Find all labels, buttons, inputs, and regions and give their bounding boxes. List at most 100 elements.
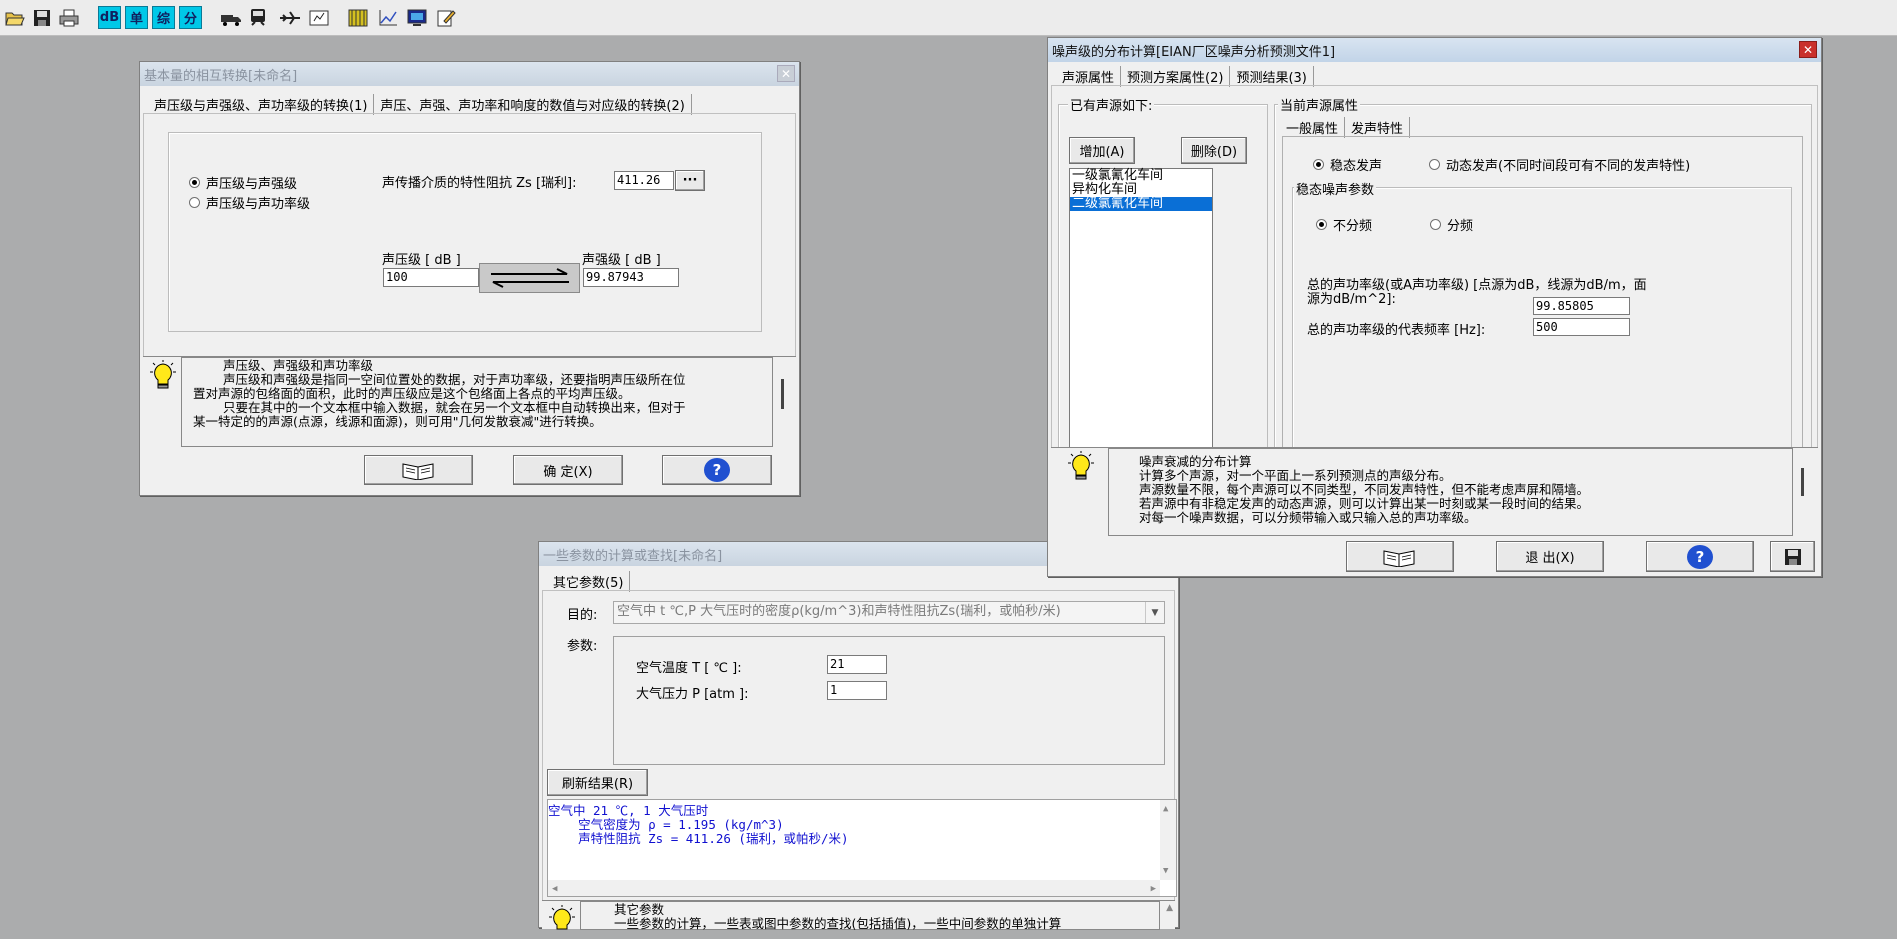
power-level-input[interactable]: 99.85805 xyxy=(1533,297,1630,315)
help-line: 声压级和声强级是指同一空间位置处的数据，对于声功率级，还要指明声压级所在位 xyxy=(223,372,686,387)
radio-steady[interactable]: 稳态发声 xyxy=(1313,155,1382,174)
result-hscrollbar[interactable]: ◀ ▶ xyxy=(548,880,1160,896)
params-label: 参数: xyxy=(567,639,598,654)
list-item[interactable]: 一级氯氰化车间 xyxy=(1070,169,1212,183)
db-icon[interactable]: dB xyxy=(98,6,121,29)
help-line: 对每一个噪声数据，可以分频带输入或只输入总的声功率级。 xyxy=(1139,510,1477,525)
tab-conversion-2[interactable]: 声压、声强、声功率和响度的数值与对应级的转换(2) xyxy=(374,94,692,115)
help-panel: 噪声衰减的分布计算 计算多个声源，对一个平面上一系列预测点的声级分布。 声源数量… xyxy=(1051,447,1818,537)
pressure-input[interactable]: 1 xyxy=(827,681,887,700)
tab-prediction-scheme[interactable]: 预测方案属性(2) xyxy=(1121,66,1231,87)
result-box[interactable]: 空气中 21 ℃, 1 大气压时 空气密度为 ρ = 1.195 (kg/m^3… xyxy=(547,799,1177,897)
lightbulb-icon xyxy=(1068,451,1094,480)
book-button[interactable] xyxy=(364,455,473,485)
tab-source-properties[interactable]: 声源属性 xyxy=(1056,66,1122,87)
book-button[interactable] xyxy=(1346,541,1454,572)
tab-emission-characteristics[interactable]: 发声特性 xyxy=(1345,117,1411,138)
sil-input[interactable]: 99.87943 xyxy=(583,268,679,287)
scroll-up-icon[interactable]: ▲ xyxy=(1166,903,1173,913)
scroll-left-icon[interactable]: ◀ xyxy=(552,882,557,896)
ruler-icon[interactable] xyxy=(346,6,369,29)
scroll-up-icon[interactable]: ▲ xyxy=(1163,802,1168,816)
result-line: 声特性阻抗 Zs = 411.26 (瑞利，或帕秒/米) xyxy=(548,831,849,846)
scroll-right-icon[interactable]: ▶ xyxy=(1151,882,1156,896)
help-line: 置对声源的包络面的面积，此时的声压级应是这个包络面上各点的平均声压级。 xyxy=(193,386,631,401)
book-icon xyxy=(1383,549,1415,567)
tab-prediction-results[interactable]: 预测结果(3) xyxy=(1230,66,1314,87)
delete-source-button[interactable]: 删除(D) xyxy=(1181,137,1247,164)
spl-input[interactable]: 100 xyxy=(383,268,479,287)
composite-icon[interactable]: 综 xyxy=(152,6,175,29)
help-scrollbar[interactable] xyxy=(775,379,791,409)
purpose-select[interactable]: 空气中 t ℃,P 大气压时的密度ρ(kg/m^3)和声特性阻抗Zs(瑞利，或帕… xyxy=(613,601,1165,624)
tab-conversion-1[interactable]: 声压级与声强级、声功率级的转换(1) xyxy=(148,94,375,115)
power-level-label-2: 源为dB/m^2]: xyxy=(1307,292,1396,307)
help-button[interactable]: ? xyxy=(1646,541,1754,572)
list-item[interactable]: 二级氯氰化车间 xyxy=(1070,197,1212,211)
scroll-down-icon[interactable]: ▼ xyxy=(1163,864,1168,878)
pressure-label: 大气压力 P [atm ]: xyxy=(636,687,749,702)
save-icon[interactable] xyxy=(30,6,53,29)
monitor-icon[interactable] xyxy=(405,6,428,29)
impedance-input[interactable]: 411.26 xyxy=(614,171,674,190)
main-toolbar: dB 单 综 分 xyxy=(0,0,1897,36)
temperature-input[interactable]: 21 xyxy=(827,655,887,674)
train-icon[interactable] xyxy=(246,6,269,29)
help-line: 声源数量不限，每个声源可以不同类型，不同发声特性，但不能考虑声屏和隔墙。 xyxy=(1139,482,1590,497)
help-title: 其它参数 xyxy=(614,902,665,917)
print-icon[interactable] xyxy=(57,6,80,29)
help-line: 若声源中有非稳定发声的动态声源，则可以计算出某一时刻或某一段时间的结果。 xyxy=(1139,496,1590,511)
impedance-browse-button[interactable]: ··· xyxy=(675,170,705,191)
chart-icon[interactable] xyxy=(376,6,399,29)
radio-dynamic[interactable]: 动态发声(不同时间段可有不同的发声特性) xyxy=(1429,155,1690,174)
conversion-window: 基本量的相互转换[未命名] ✕ 声压级与声强级、声功率级的转换(1) 声压、声强… xyxy=(139,61,800,496)
conversion-tabs: 声压级与声强级、声功率级的转换(1) 声压、声强、声功率和响度的数值与对应级的转… xyxy=(148,94,692,115)
spl-label: 声压级 [ dB ] xyxy=(382,253,461,268)
open-folder-icon[interactable] xyxy=(3,6,26,29)
frequency-label: 总的声功率级的代表频率 [Hz]: xyxy=(1307,323,1486,338)
notepad-icon[interactable] xyxy=(434,6,457,29)
noise-window-titlebar[interactable]: 噪声级的分布计算[EIAN厂区噪声分析预测文件1] ✕ xyxy=(1048,38,1821,62)
conversion-window-titlebar[interactable]: 基本量的相互转换[未命名] ✕ xyxy=(140,62,799,86)
book-icon xyxy=(402,463,433,480)
single-icon[interactable]: 单 xyxy=(125,6,148,29)
close-icon[interactable]: ✕ xyxy=(777,65,795,82)
radio-frequency[interactable]: 分频 xyxy=(1430,215,1473,234)
purpose-label: 目的: xyxy=(567,608,598,623)
radio-dot xyxy=(189,197,200,208)
add-source-button[interactable]: 增加(A) xyxy=(1069,137,1135,164)
save-icon xyxy=(1784,548,1801,565)
radio-spl-swl[interactable]: 声压级与声功率级 xyxy=(189,193,310,212)
radio-dot xyxy=(1429,159,1440,170)
split-icon[interactable]: 分 xyxy=(179,6,202,29)
truck-icon[interactable] xyxy=(219,6,242,29)
help-scrollbar[interactable] xyxy=(1795,468,1811,498)
aircraft-icon[interactable] xyxy=(278,6,301,29)
chevron-down-icon[interactable]: ▼ xyxy=(1145,602,1164,623)
radio-spl-sil[interactable]: 声压级与声强级 xyxy=(189,173,297,192)
refresh-button[interactable]: 刷新结果(R) xyxy=(547,769,648,796)
close-icon[interactable]: ✕ xyxy=(1799,41,1817,58)
exit-button[interactable]: 退 出(X) xyxy=(1496,541,1604,572)
help-line: 一些参数的计算，一些表或图中参数的查找(包括插值)，一些中间参数的单独计算 xyxy=(614,916,1062,931)
result-vscrollbar[interactable]: ▲ ▼ xyxy=(1160,800,1176,880)
help-line: 某一特定的的声源(点源，线源和面源)，则可用"几何发散衰减"进行转换。 xyxy=(193,414,602,429)
convert-arrows-button[interactable] xyxy=(479,263,580,293)
report-icon[interactable] xyxy=(307,6,330,29)
radio-dot xyxy=(1316,219,1327,230)
window-title: 噪声级的分布计算[EIAN厂区噪声分析预测文件1] xyxy=(1052,44,1336,60)
parameters-window: 一些参数的计算或查找[未命名] 其它参数(5) 目的: 空气中 t ℃,P 大气… xyxy=(538,541,1179,931)
ok-button[interactable]: 确 定(X) xyxy=(513,455,623,485)
radio-dot xyxy=(189,177,200,188)
parameters-tabs: 其它参数(5) xyxy=(547,571,631,592)
help-button[interactable]: ? xyxy=(662,455,772,485)
frequency-input[interactable]: 500 xyxy=(1533,318,1630,336)
tab-general-properties[interactable]: 一般属性 xyxy=(1280,117,1346,138)
tab-other-params[interactable]: 其它参数(5) xyxy=(547,571,631,592)
radio-no-frequency[interactable]: 不分频 xyxy=(1316,215,1372,234)
radio-dot xyxy=(1313,159,1324,170)
sources-list[interactable]: 一级氯氰化车间 异构化车间 二级氯氰化车间 xyxy=(1069,168,1213,460)
save-button[interactable] xyxy=(1770,541,1815,572)
sources-group-label: 已有声源如下: xyxy=(1068,95,1155,114)
list-item[interactable]: 异构化车间 xyxy=(1070,183,1212,197)
